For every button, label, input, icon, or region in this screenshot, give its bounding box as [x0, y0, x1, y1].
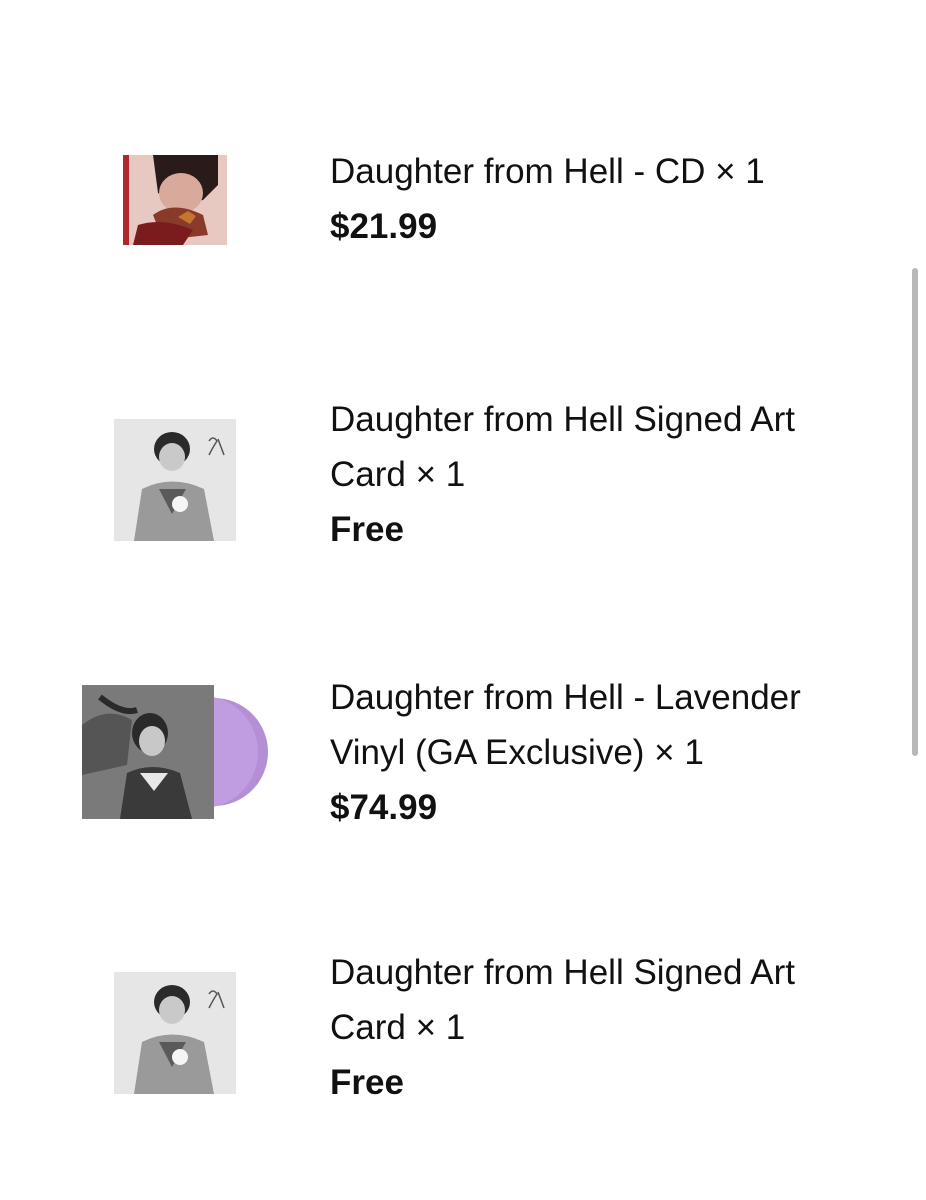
order-item: Daughter from Hell Signed Art Card × 1 F… — [0, 948, 900, 1108]
order-item-title: Daughter from Hell Signed Art Card × 1 — [330, 953, 795, 1047]
order-item: Daughter from Hell - Lavender Vinyl (GA … — [0, 672, 900, 832]
order-item-details: Daughter from Hell - CD × 1 $21.99 — [330, 144, 850, 254]
order-item: Daughter from Hell - CD × 1 $21.99 — [0, 150, 900, 260]
order-item-title: Daughter from Hell Signed Art Card × 1 — [330, 400, 795, 494]
lavender-vinyl-thumbnail — [82, 685, 270, 819]
art-card-thumbnail — [114, 972, 236, 1094]
order-item-price: Free — [330, 510, 404, 549]
order-item-price: $74.99 — [330, 788, 438, 827]
vertical-scrollbar[interactable] — [912, 268, 918, 756]
cd-cover-thumbnail — [123, 155, 227, 245]
order-item-title: Daughter from Hell - CD × 1 — [330, 152, 765, 191]
order-item-details: Daughter from Hell - Lavender Vinyl (GA … — [330, 670, 850, 835]
order-item-title: Daughter from Hell - Lavender Vinyl (GA … — [330, 678, 801, 772]
order-item-details: Daughter from Hell Signed Art Card × 1 F… — [330, 392, 850, 557]
order-item-price: $21.99 — [330, 207, 438, 246]
order-item: Daughter from Hell Signed Art Card × 1 F… — [0, 395, 900, 555]
order-item-price: Free — [330, 1063, 404, 1102]
order-item-list: Daughter from Hell - CD × 1 $21.99 Daugh… — [0, 0, 926, 1200]
art-card-thumbnail — [114, 419, 236, 541]
order-item-details: Daughter from Hell Signed Art Card × 1 F… — [330, 945, 850, 1110]
